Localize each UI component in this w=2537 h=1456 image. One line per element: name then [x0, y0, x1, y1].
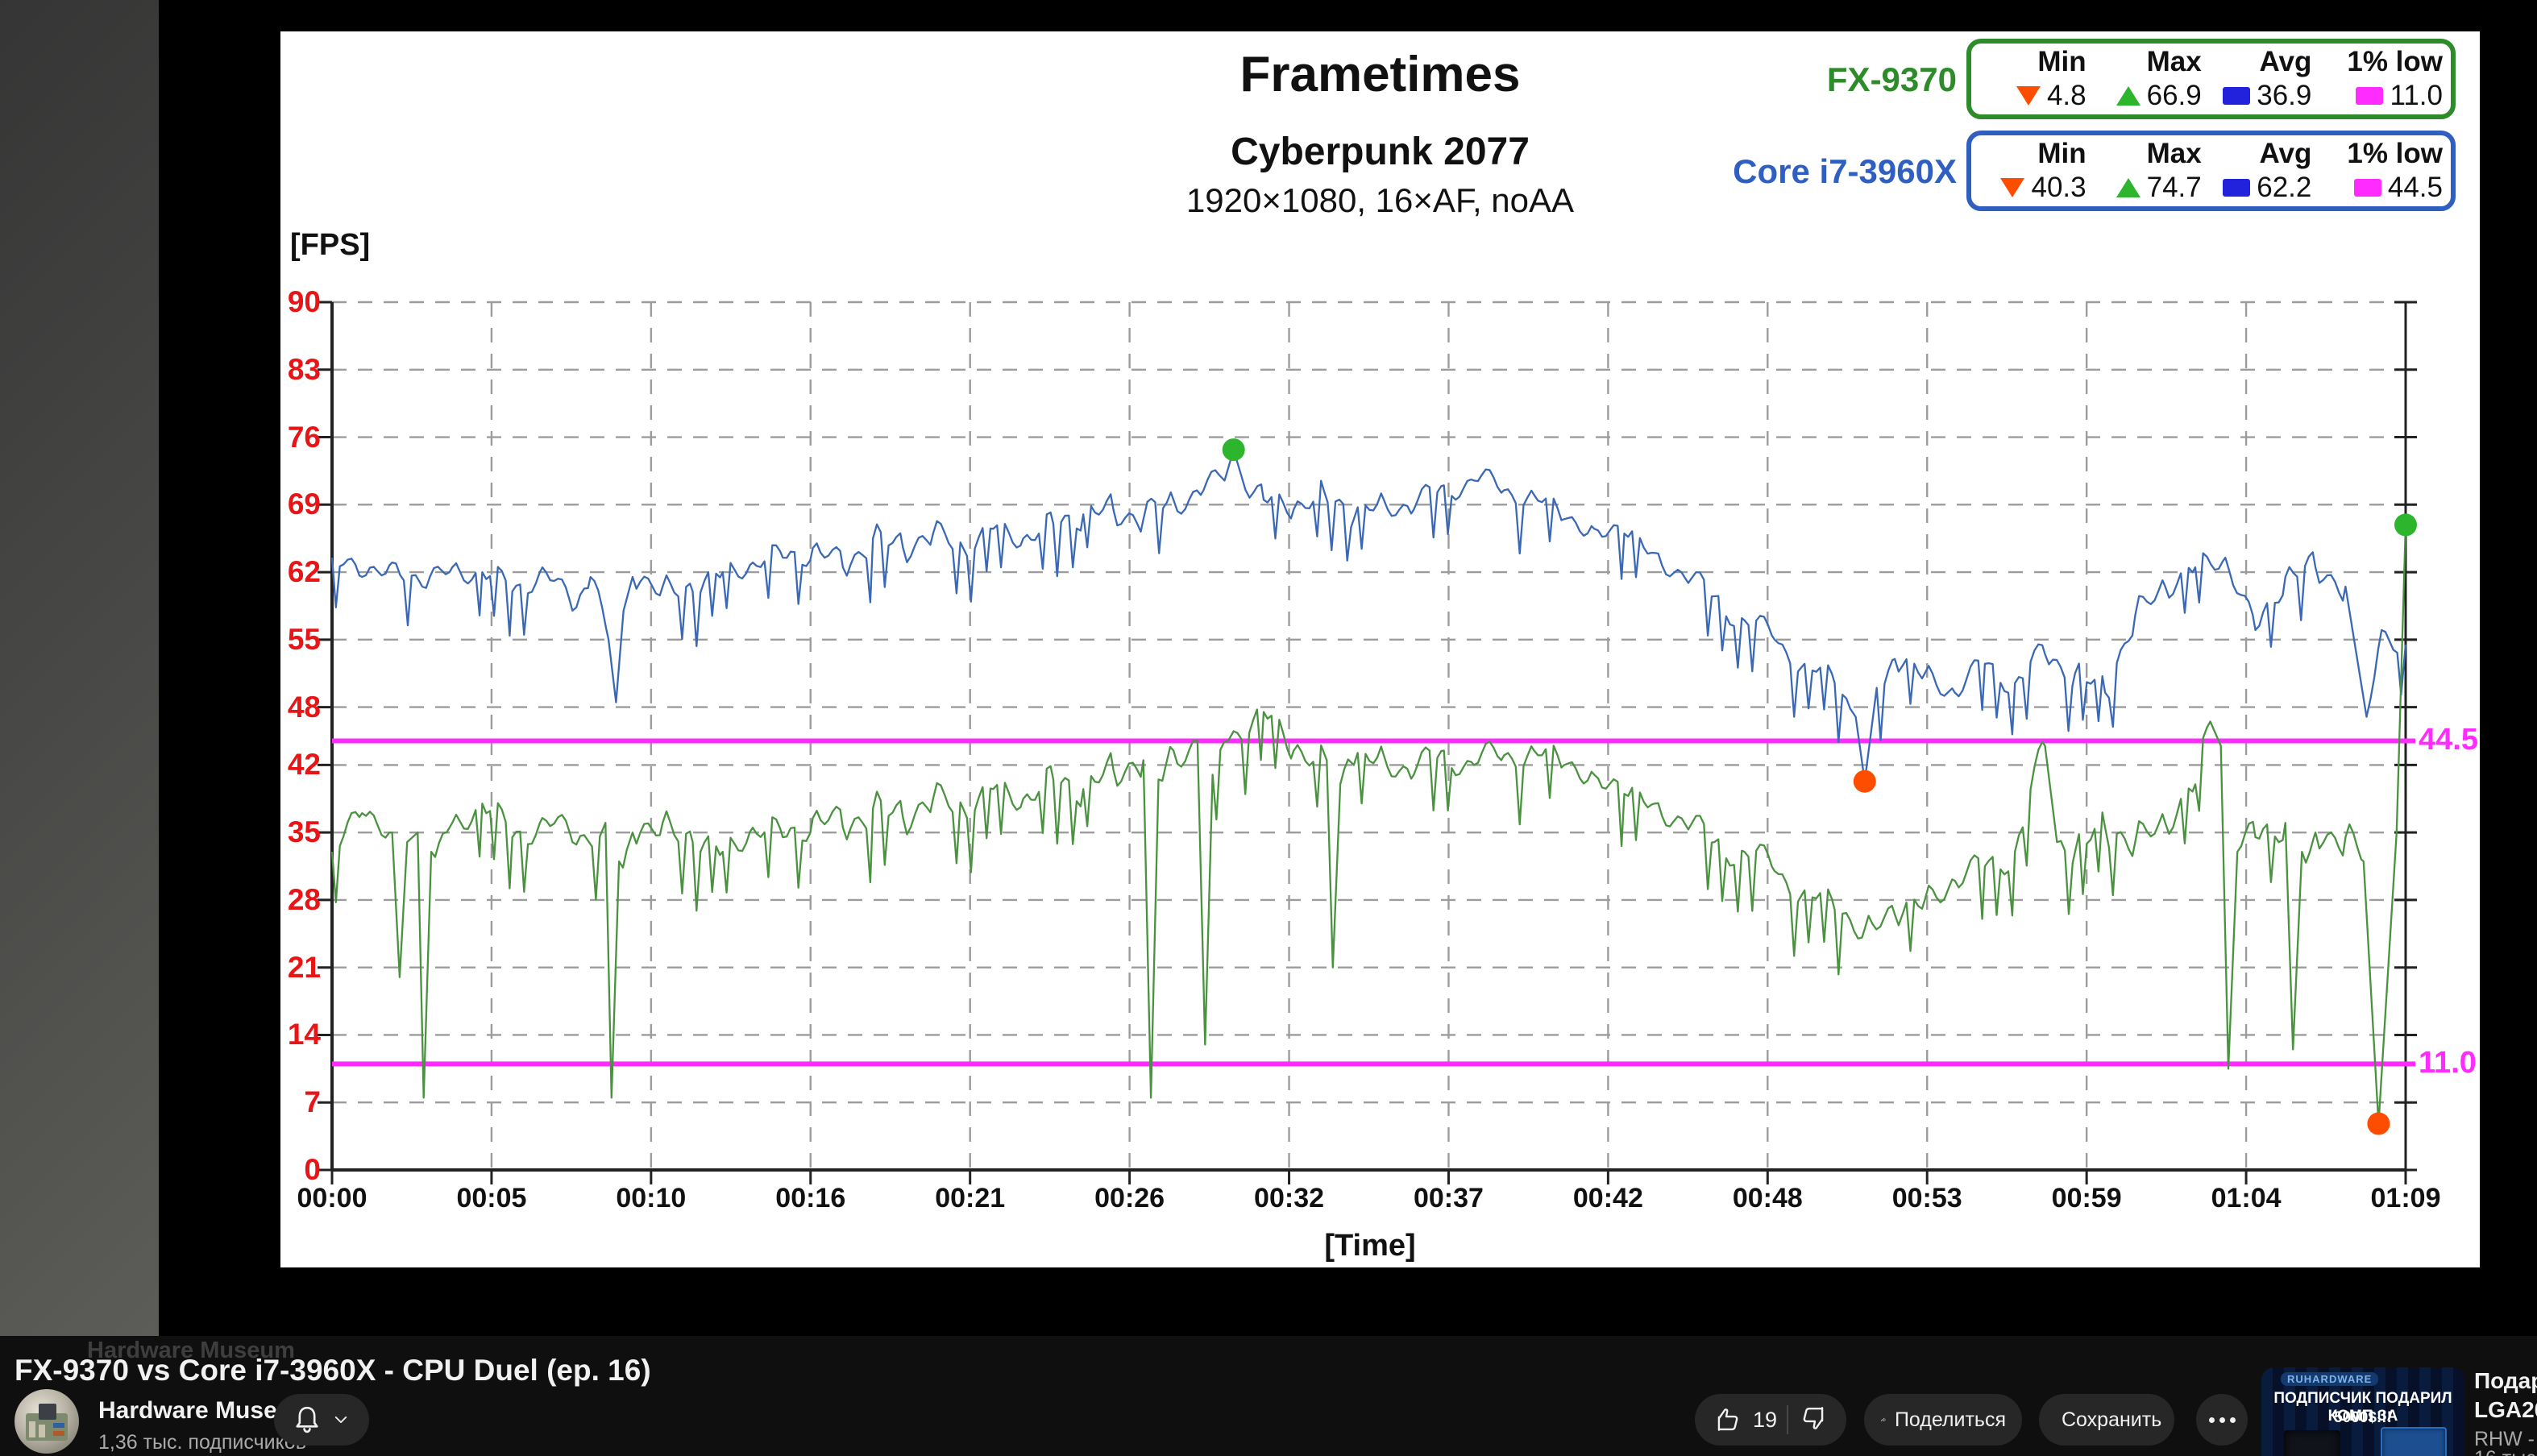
fx-avg-value: 36.9: [2257, 80, 2312, 111]
like-dislike-divider: [1787, 1405, 1789, 1434]
legend-label-fx9370: FX-9370: [1826, 60, 1957, 98]
i7-avg-value: 62.2: [2257, 172, 2312, 203]
y-tick-label: 76: [287, 420, 321, 454]
y-tick-label: 7: [304, 1085, 321, 1119]
y-tick-label: 35: [287, 815, 321, 849]
y-tick-label: 62: [287, 555, 321, 589]
y-tick-label: 69: [287, 487, 321, 521]
stat-header-min: Min: [2037, 46, 2086, 77]
x-tick-label: 00:21: [935, 1183, 1006, 1213]
left-gutter-panel: [0, 0, 159, 1336]
x-tick-label: 00:32: [1254, 1183, 1325, 1213]
stat-header-1pct-low: 1% low: [2347, 138, 2443, 169]
like-button[interactable]: 19: [1713, 1404, 1777, 1435]
x-tick-label: 00:26: [1094, 1183, 1165, 1213]
x-tick-label: 00:16: [775, 1183, 846, 1213]
y-tick-label: 83: [287, 352, 321, 386]
stat-header-avg: Avg: [2259, 138, 2312, 169]
stats-box-fx9370: Min 4.8 Max 66.9 Avg 36.9 1% low 11.0: [1966, 39, 2456, 119]
dots-icon: [2208, 1417, 2215, 1423]
pc-case-image: [2284, 1430, 2340, 1456]
x-tick-label: 00:59: [2051, 1183, 2122, 1213]
thumbs-down-icon: [1803, 1406, 1824, 1429]
like-count: 19: [1753, 1407, 1778, 1432]
x-axis-title: [Time]: [1324, 1229, 1416, 1263]
y-tick-label: 90: [287, 285, 321, 318]
fx-low1-value: 11.0: [2390, 80, 2443, 111]
x-tick-label: 00:48: [1732, 1183, 1803, 1213]
share-label: Поделиться: [1894, 1408, 2006, 1431]
youtube-below-player: Hardware Museum FX-9370 vs Core i7-3960X…: [0, 1336, 2537, 1456]
save-label: Сохранить: [2062, 1408, 2162, 1431]
reference-line-label: 44.5: [2419, 723, 2478, 757]
x-tick-label: 00:53: [1891, 1183, 1962, 1213]
max-marker-icon: [2116, 178, 2140, 197]
motherboard-image: [2381, 1427, 2447, 1456]
stat-header-min: Min: [2037, 138, 2086, 169]
i7-min-value: 40.3: [2031, 172, 2086, 203]
share-icon: [1881, 1417, 1886, 1422]
y-tick-label: 42: [287, 748, 321, 782]
y-tick-label: 48: [287, 690, 321, 724]
i7-max-value: 74.7: [2146, 172, 2202, 203]
thumbnail-brand-badge: RUHARDWARE: [2281, 1372, 2379, 1386]
stats-box-i7-3960x: Min 40.3 Max 74.7 Avg 62.2 1% low 44.5: [1966, 131, 2456, 211]
avg-marker-icon: [2223, 87, 2251, 105]
notifications-button[interactable]: [274, 1394, 369, 1446]
recommended-video-thumbnail[interactable]: RUHARDWARE ПОДПИСЧИК ПОДАРИЛ КОМП ЗА 500…: [2261, 1367, 2464, 1456]
y-tick-label: 55: [287, 622, 321, 656]
x-tick-label: 00:42: [1572, 1183, 1643, 1213]
low1-marker-icon: [2353, 179, 2381, 197]
channel-subscribers: 1,36 тыс. подписчиков: [98, 1431, 307, 1454]
y-tick-label: 0: [304, 1153, 321, 1186]
stat-header-avg: Avg: [2259, 46, 2312, 77]
chevron-down-icon: [334, 1416, 347, 1424]
stat-header-max: Max: [2146, 46, 2202, 77]
y-axis-title: [FPS]: [290, 228, 371, 262]
more-actions-button[interactable]: [2196, 1394, 2248, 1446]
recommended-video-title-line2[interactable]: LGA2011: [2474, 1397, 2537, 1423]
channel-avatar[interactable]: [15, 1389, 79, 1454]
y-tick-label: 21: [287, 950, 321, 984]
video-title: FX-9370 vs Core i7-3960X - CPU Duel (ep.…: [15, 1354, 651, 1387]
y-tick-label: 28: [287, 882, 321, 916]
x-tick-label: 00:05: [456, 1183, 527, 1213]
min-marker-icon: [2000, 178, 2025, 197]
dislike-button[interactable]: [1798, 1403, 1829, 1437]
like-dislike-group: 19: [1695, 1394, 1846, 1446]
video-player-area[interactable]: Frametimes Cyberpunk 2077 1920×1080, 16×…: [159, 0, 2537, 1336]
bell-icon: [296, 1406, 318, 1433]
stat-header-1pct-low: 1% low: [2347, 46, 2443, 77]
thumbnail-text-line2: 5000$!!!: [2334, 1409, 2392, 1426]
y-tick-label: 14: [287, 1018, 321, 1052]
recommended-video-title-line1[interactable]: Подарил: [2474, 1368, 2537, 1394]
x-tick-label: 00:00: [297, 1183, 367, 1213]
fx-max-value: 66.9: [2146, 80, 2202, 111]
fx-min-value: 4.8: [2046, 80, 2086, 111]
x-tick-label: 01:04: [2211, 1183, 2282, 1213]
x-tick-label: 01:09: [2370, 1183, 2441, 1213]
x-tick-label: 00:37: [1413, 1183, 1484, 1213]
frametimes-chart-card: Frametimes Cyberpunk 2077 1920×1080, 16×…: [280, 31, 2480, 1267]
i7-low1-value: 44.5: [2387, 172, 2443, 203]
save-button[interactable]: Сохранить: [2039, 1394, 2174, 1446]
legend-label-i7-3960x: Core i7-3960X: [1733, 152, 1957, 190]
x-tick-label: 00:10: [616, 1183, 687, 1213]
reference-line-label: 11.0: [2419, 1046, 2477, 1081]
avg-marker-icon: [2223, 179, 2251, 197]
max-marker-icon: [2116, 86, 2140, 106]
low1-marker-icon: [2356, 87, 2384, 105]
min-marker-icon: [2016, 86, 2041, 106]
share-button[interactable]: Поделиться: [1864, 1394, 2022, 1446]
thumbs-up-icon: [1717, 1408, 1738, 1431]
stat-header-max: Max: [2146, 138, 2202, 169]
recommended-video-views: 16 тыс. п: [2474, 1447, 2537, 1456]
frametimes-plot: [318, 301, 2417, 1184]
